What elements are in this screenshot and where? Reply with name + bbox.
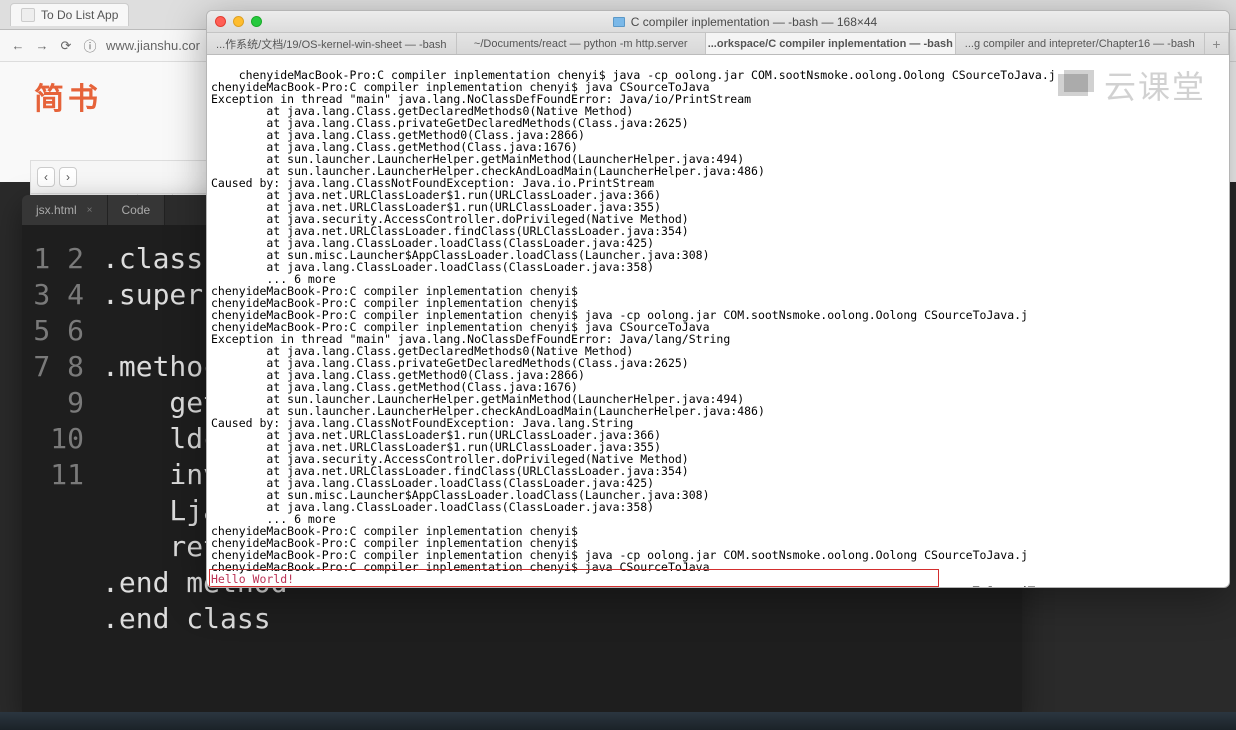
nav-back-icon[interactable]: ← — [10, 38, 26, 54]
zoom-window-icon[interactable] — [251, 16, 262, 27]
terminal-tab[interactable]: ...orkspace/C compiler inplementation — … — [706, 33, 956, 54]
editor-tab-code[interactable]: Code — [108, 195, 166, 225]
favicon-icon — [21, 8, 35, 22]
nav-forward-icon[interactable]: → — [34, 38, 50, 54]
desktop-background — [0, 712, 1236, 730]
nav-reload-icon[interactable]: ⟳ — [58, 38, 74, 54]
folder-icon — [613, 17, 625, 27]
minimize-window-icon[interactable] — [233, 16, 244, 27]
terminal-tab-bar: ...作系统/文档/19/OS-kernel-win-sheet — -bash… — [207, 33, 1229, 55]
editor-tab-jsx[interactable]: jsx.html × — [22, 195, 108, 225]
finder-forward-button[interactable]: › — [59, 167, 77, 187]
terminal-cursor — [1028, 586, 1035, 587]
terminal-titlebar[interactable]: C compiler inplementation — -bash — 168×… — [207, 11, 1229, 33]
finder-back-button[interactable]: ‹ — [37, 167, 55, 187]
line-number-gutter: 1 2 3 4 5 6 7 8 9 10 11 — [22, 225, 92, 653]
new-terminal-tab-button[interactable]: + — [1205, 33, 1229, 54]
terminal-tab[interactable]: ~/Documents/react — python -m http.serve… — [457, 33, 707, 54]
terminal-window: C compiler inplementation — -bash — 168×… — [206, 10, 1230, 588]
terminal-tab[interactable]: ...作系统/文档/19/OS-kernel-win-sheet — -bash — [207, 33, 457, 54]
editor-tab-label: jsx.html — [36, 203, 77, 217]
editor-tab-label: Code — [122, 203, 151, 217]
terminal-title: C compiler inplementation — -bash — 168×… — [631, 15, 877, 29]
terminal-output-line: Hello World! — [211, 572, 294, 586]
highlight-box — [209, 569, 939, 587]
terminal-output[interactable]: chenyideMacBook-Pro:C compiler inplement… — [207, 55, 1229, 587]
close-icon[interactable]: × — [87, 205, 93, 216]
browser-tab-title: To Do List App — [41, 8, 118, 22]
site-logo: 简书 — [34, 74, 102, 118]
browser-tab[interactable]: To Do List App — [10, 3, 129, 26]
secure-info-icon[interactable]: ⓘ — [82, 38, 98, 54]
close-window-icon[interactable] — [215, 16, 226, 27]
terminal-tab[interactable]: ...g compiler and intepreter/Chapter16 —… — [956, 33, 1206, 54]
